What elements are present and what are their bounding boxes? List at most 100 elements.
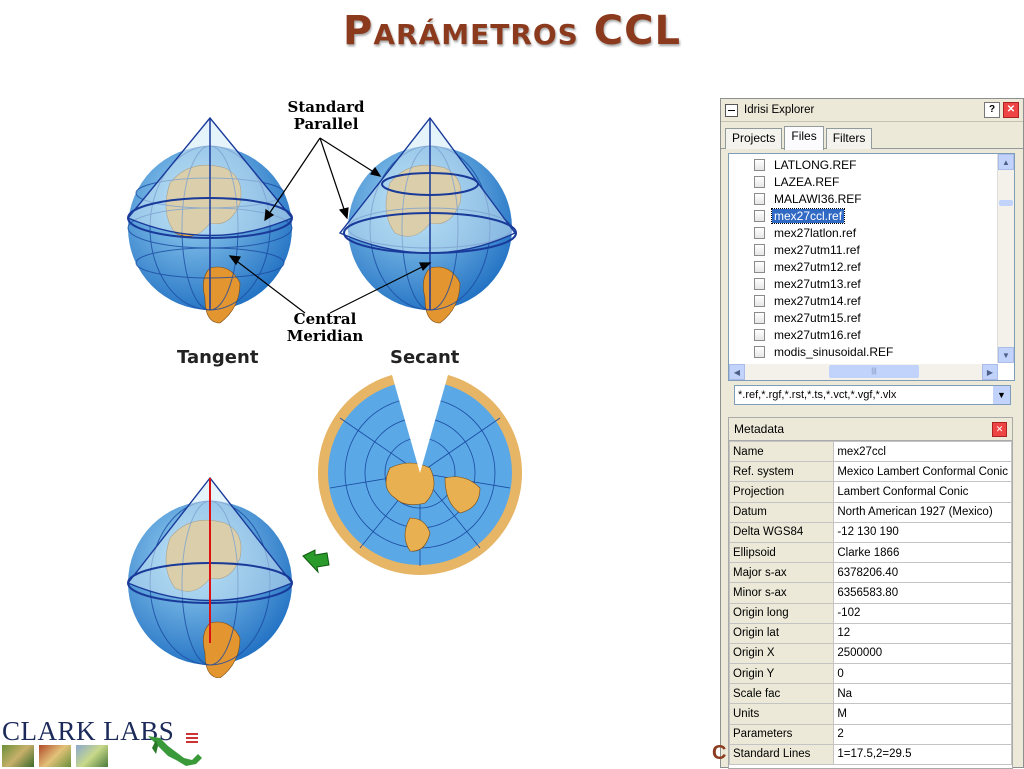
file-icon bbox=[754, 277, 765, 290]
arrow-icon bbox=[302, 549, 330, 574]
dropdown-arrow-icon[interactable]: ▼ bbox=[993, 386, 1010, 404]
file-list-item[interactable]: mex27utm11.ref bbox=[729, 241, 999, 258]
file-list-item[interactable]: mex27utm15.ref bbox=[729, 309, 999, 326]
metadata-value: 12 bbox=[833, 622, 1012, 644]
scroll-right-icon[interactable]: ▶ bbox=[982, 364, 998, 380]
slide-title: Parámetros CCL bbox=[0, 8, 1024, 54]
metadata-key: Projection bbox=[728, 481, 835, 503]
metadata-key: Origin lat bbox=[728, 622, 835, 644]
metadata-value: -12 130 190 bbox=[833, 521, 1012, 543]
metadata-value: 0 bbox=[833, 663, 1012, 685]
metadata-row: Standard Lines 1=17.5,2=29.5 bbox=[728, 743, 1012, 766]
metadata-key: Delta WGS84 bbox=[728, 521, 835, 543]
vertical-scrollbar[interactable]: ▲ ▼ bbox=[997, 154, 1014, 363]
question-icon[interactable]: ? bbox=[984, 102, 1000, 118]
metadata-value: 6378206.40 bbox=[833, 562, 1012, 584]
metadata-key: Origin long bbox=[728, 602, 835, 624]
file-name: mex27utm13.ref bbox=[774, 276, 861, 291]
metadata-value: -102 bbox=[833, 602, 1012, 624]
map-thumbnail bbox=[76, 745, 108, 767]
scroll-thumb[interactable] bbox=[999, 200, 1013, 206]
metadata-key: Major s-ax bbox=[728, 562, 835, 584]
file-icon bbox=[754, 175, 765, 188]
file-icon bbox=[754, 226, 765, 239]
scroll-left-icon[interactable]: ◀ bbox=[729, 364, 745, 380]
metadata-close-icon[interactable]: ✕ bbox=[992, 421, 1007, 437]
hscroll-thumb[interactable]: ||| bbox=[829, 365, 919, 378]
close-icon[interactable]: ✕ bbox=[1003, 102, 1019, 118]
metadata-key: Datum bbox=[728, 501, 835, 523]
file-filter-select[interactable]: *.ref,*.rgf,*.rst,*.ts,*.vct,*.vgf,*.vlx… bbox=[734, 385, 1011, 405]
metadata-key: Scale fac bbox=[728, 683, 835, 705]
file-name: mex27utm12.ref bbox=[774, 259, 861, 274]
collapse-icon[interactable] bbox=[725, 103, 738, 117]
file-list-item[interactable]: LATLONG.REF bbox=[729, 156, 999, 173]
metadata-value: 2500000 bbox=[833, 642, 1012, 665]
metadata-key: Minor s-ax bbox=[728, 582, 835, 604]
metadata-row: Datum North American 1927 (Mexico) bbox=[728, 501, 1012, 523]
tab-filters[interactable]: Filters bbox=[825, 128, 873, 149]
scroll-up-icon[interactable]: ▲ bbox=[998, 154, 1014, 170]
tangent-label: Tangent bbox=[177, 347, 259, 368]
file-list-items: LATLONG.REF LAZEA.REF MALAWI36.REF mex27ccl… bbox=[729, 156, 999, 360]
metadata-table: Name mex27ccl Ref. system Mexico Lambert Co… bbox=[728, 440, 1012, 766]
metadata-key: Origin Y bbox=[728, 663, 835, 685]
file-icon bbox=[754, 192, 765, 205]
metadata-key: Ellipsoid bbox=[728, 541, 835, 564]
metadata-value: Mexico Lambert Conformal Conic bbox=[833, 461, 1012, 483]
file-list-item[interactable]: modis_sinusoidal.REF bbox=[729, 343, 999, 360]
title-rest: arámetros bbox=[373, 8, 579, 54]
file-name: modis_sinusoidal.REF bbox=[774, 344, 894, 359]
metadata-row: Delta WGS84 -12 130 190 bbox=[728, 521, 1012, 543]
metadata-key: Units bbox=[728, 703, 835, 725]
file-name: mex27utm15.ref bbox=[774, 310, 861, 325]
metadata-row: Origin X 2500000 bbox=[728, 642, 1012, 665]
cut-off-letter: C bbox=[712, 742, 727, 764]
file-list-item[interactable]: mex27utm13.ref bbox=[729, 275, 999, 292]
file-list[interactable]: LATLONG.REF LAZEA.REF MALAWI36.REF mex27ccl… bbox=[728, 153, 1015, 381]
metadata-key: Ref. system bbox=[728, 461, 835, 483]
metadata-key: Name bbox=[728, 440, 835, 463]
central-meridian-label: Central Meridian bbox=[286, 310, 364, 345]
metadata-value[interactable]: mex27ccl bbox=[833, 440, 1012, 463]
scroll-down-icon[interactable]: ▼ bbox=[998, 347, 1014, 363]
tab-files[interactable]: Files bbox=[784, 126, 824, 150]
file-list-item[interactable]: MALAWI36.REF bbox=[729, 190, 999, 207]
standard-parallel-label: Standard Parallel bbox=[287, 98, 365, 133]
file-list-item[interactable]: LAZEA.REF bbox=[729, 173, 999, 190]
metadata-row: Units M bbox=[728, 703, 1012, 725]
file-icon bbox=[754, 158, 765, 171]
metadata-value: 6356583.80 bbox=[833, 582, 1012, 604]
file-icon bbox=[754, 345, 765, 358]
metadata-value: 1=17.5,2=29.5 bbox=[833, 743, 1012, 766]
window-title: Idrisi Explorer bbox=[744, 104, 815, 116]
file-list-item[interactable]: mex27utm16.ref bbox=[729, 326, 999, 343]
metadata-value: Clarke 1866 bbox=[833, 541, 1012, 564]
file-list-item[interactable]: mex27latlon.ref bbox=[729, 224, 999, 241]
map-thumbnail bbox=[2, 745, 34, 767]
mexico-map-icon bbox=[148, 733, 202, 766]
file-icon bbox=[754, 260, 765, 273]
metadata-key: Standard Lines bbox=[728, 743, 835, 766]
metadata-row: Origin Y0 bbox=[728, 663, 1012, 685]
logo-thumbnails bbox=[2, 745, 113, 767]
file-icon bbox=[754, 209, 765, 222]
file-list-item[interactable]: mex27utm12.ref bbox=[729, 258, 999, 275]
metadata-row: Projection Lambert Conformal Conic bbox=[728, 481, 1012, 503]
metadata-key: Parameters bbox=[728, 723, 835, 745]
file-name: LATLONG.REF bbox=[774, 157, 857, 172]
secant-label: Secant bbox=[390, 347, 460, 368]
file-list-item[interactable]: mex27utm14.ref bbox=[729, 292, 999, 309]
file-list-item[interactable]: mex27ccl.ref bbox=[729, 207, 999, 224]
file-icon bbox=[754, 243, 765, 256]
horizontal-scrollbar[interactable]: ◀ ||| ▶ bbox=[729, 364, 998, 380]
metadata-key: Origin X bbox=[728, 642, 835, 665]
filter-value: *.ref,*.rgf,*.rst,*.ts,*.vct,*.vgf,*.vlx bbox=[738, 389, 897, 401]
tab-projects[interactable]: Projects bbox=[725, 128, 783, 149]
file-name: mex27utm14.ref bbox=[774, 293, 861, 308]
metadata-value: Lambert Conformal Conic bbox=[833, 481, 1012, 503]
conic-projection-illustration bbox=[110, 88, 540, 679]
file-name: mex27utm11.ref bbox=[774, 242, 860, 257]
title-tail: CCL bbox=[593, 8, 681, 54]
metadata-title: Metadata bbox=[734, 422, 785, 436]
